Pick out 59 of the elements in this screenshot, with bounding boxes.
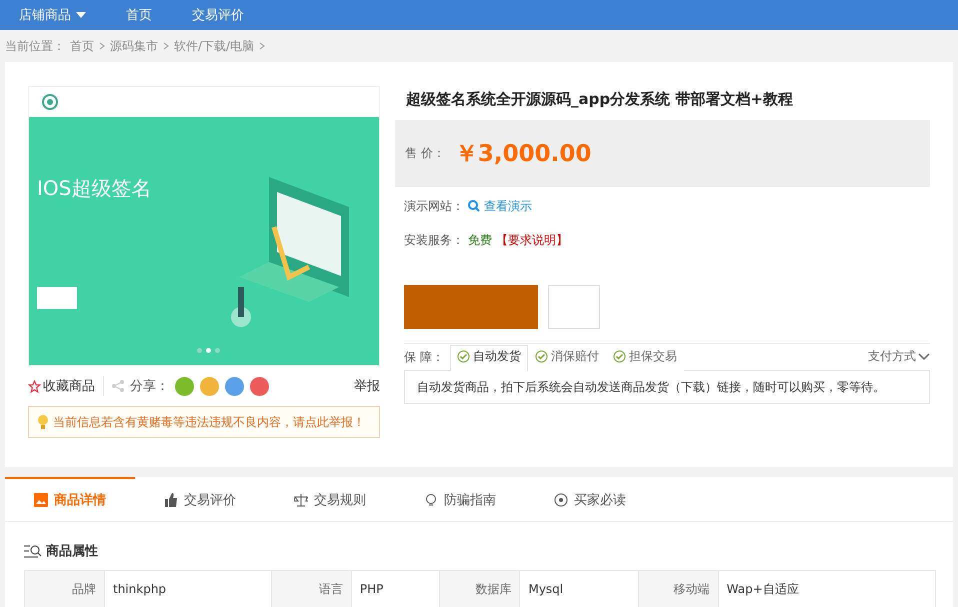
guarantee-description: 自动发货商品，拍下后系统会自动发送商品发货（下载）链接，随时可以购买，零等待。 [404,370,930,404]
breadcrumb-link[interactable]: 源码集市 [110,38,158,54]
secondary-button[interactable] [548,285,600,329]
check-circle-icon [456,350,470,362]
breadcrumb-label: 当前位置： [5,38,65,54]
install-value: 免费 [468,232,492,248]
attribute-name: 语言 [271,570,352,607]
nav-link[interactable]: 交易评价 [192,6,244,24]
check-circle-icon [534,350,548,362]
product-title: 超级签名系统全开源源码_app分发系统 带部署文档+教程 [406,89,794,110]
list-search-icon [24,543,42,559]
attribute-name: 品牌 [24,570,104,607]
payment-dropdown[interactable]: 支付方式 [868,348,930,370]
attribute-value: Mysql [520,570,638,607]
demo-label: 演示网站： [404,198,464,214]
thumbs-up-icon [164,493,178,507]
carousel-dot[interactable] [197,348,202,353]
price-label: 售 价： [405,145,445,162]
chevron-down-icon [918,352,930,360]
logo-icon [41,93,59,111]
search-icon [468,200,480,212]
favorite-link[interactable]: 收藏商品 [28,377,95,395]
share-label: 分享： [130,378,169,395]
chevron-icon [163,42,169,50]
carousel-dot[interactable] [215,348,220,353]
detail-tab[interactable]: 买家必读 [525,477,655,521]
chevron-icon [259,42,266,50]
attribute-name: 移动端 [638,570,718,607]
guarantee-tab[interactable]: 自动发货 [450,345,528,371]
detail-tab[interactable]: 防骗指南 [395,477,525,521]
attribute-name: 数据库 [440,570,520,607]
lightbulb-icon [37,414,49,430]
share-icon [112,380,124,392]
report-link[interactable]: 举报 [354,377,380,395]
install-note-link[interactable]: 【要求说明】 [496,232,568,248]
banner-heading: IOS超级签名 [37,175,152,202]
lightbulb-icon [424,493,438,507]
attribute-value: Wap+自适应 [718,570,936,607]
breadcrumb-link[interactable]: 软件/下载/电脑 [174,38,254,54]
install-label: 安装服务： [404,232,464,248]
picture-icon [34,493,48,507]
check-circle-icon [612,350,626,362]
target-icon [554,493,568,507]
carousel-dot[interactable] [206,348,211,353]
demo-link[interactable]: 查看演示 [468,198,532,214]
breadcrumb-link[interactable]: 首页 [70,38,94,54]
scale-icon [294,493,308,507]
star-icon [28,380,41,392]
guarantee-label: 保 障： [404,349,445,366]
notice-text[interactable]: 当前信息若含有黄赌毒等违法违规不良内容，请点此举报！ [53,414,365,430]
detail-tab[interactable]: 交易评价 [135,477,265,521]
chevron-icon [99,42,105,50]
buy-button[interactable] [404,285,538,329]
detail-tab[interactable]: 交易规则 [265,477,395,521]
price-value: ￥3,000.00 [454,140,592,169]
nav-link[interactable]: 首页 [126,6,152,24]
section-heading: 商品属性 [46,542,98,560]
attribute-value: thinkphp [104,570,272,607]
nav-link[interactable]: 店铺商品 [19,6,86,24]
